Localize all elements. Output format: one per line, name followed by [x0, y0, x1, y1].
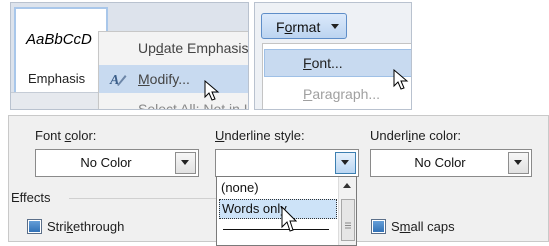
styles-gallery-panel: AaBbCcD Emphasis Update Emphasis A Modif… — [10, 2, 249, 110]
small-caps-checkbox[interactable] — [371, 219, 386, 234]
strikethrough-label: Strikethrough — [47, 219, 125, 234]
dropdown-triangle-icon — [331, 24, 339, 29]
format-button[interactable]: Format — [261, 13, 347, 39]
underline-style-label: Underline style: — [215, 128, 305, 143]
small-caps-label: Small caps — [391, 219, 455, 234]
menu-item-paragraph[interactable]: Paragraph... — [264, 81, 411, 109]
menu-item-font[interactable]: Font... — [264, 49, 411, 77]
font-dialog: Font color: No Color Underline style: Un… — [8, 115, 549, 246]
format-menu-panel: Format Font... Paragraph... — [254, 2, 412, 110]
effects-heading: Effects — [11, 190, 51, 205]
menu-item-modify[interactable]: A Modify... — [99, 65, 248, 93]
font-color-value: No Color — [80, 155, 132, 170]
font-color-arrow-button[interactable] — [175, 152, 196, 174]
underline-color-label: Underline color: — [370, 128, 462, 143]
menu-item-select-all[interactable]: Select All: Not in Use — [99, 99, 248, 109]
format-dropdown-menu: Font... Paragraph... — [262, 43, 411, 109]
strikethrough-checkbox[interactable] — [27, 219, 42, 234]
list-scrollbar[interactable] — [338, 177, 356, 245]
chevron-down-icon — [514, 160, 522, 165]
underline-style-dropdown[interactable] — [215, 149, 359, 177]
underline-color-value: No Color — [414, 155, 466, 170]
scroll-up-icon[interactable] — [343, 183, 351, 188]
chevron-down-icon — [181, 160, 189, 165]
list-item-none[interactable]: (none) — [219, 179, 335, 197]
font-color-dropdown[interactable]: No Color — [35, 149, 199, 177]
style-name-label: Emphasis — [28, 71, 86, 86]
style-context-menu: Update Emphasis A Modify... Select All: … — [98, 31, 248, 109]
grip-icon — [345, 222, 351, 229]
style-preview-text: AaBbCcD — [26, 31, 92, 48]
emphasis-style-tile[interactable]: AaBbCcD Emphasis — [14, 7, 108, 95]
font-color-label: Font color: — [35, 128, 97, 143]
mouse-cursor-icon — [281, 206, 297, 232]
underline-style-arrow-button[interactable] — [335, 152, 356, 174]
underline-color-dropdown[interactable]: No Color — [370, 149, 532, 177]
menu-item-update-emphasis[interactable]: Update Emphasis — [99, 34, 248, 62]
chevron-down-icon — [341, 160, 349, 165]
underline-color-arrow-button[interactable] — [508, 152, 529, 174]
list-item-words-only[interactable]: Words only — [219, 199, 337, 219]
modify-style-icon: A — [109, 73, 127, 87]
list-item-single-line[interactable] — [223, 229, 329, 230]
effects-divider — [69, 198, 219, 199]
mouse-cursor-icon — [204, 80, 220, 101]
scrollbar-thumb[interactable] — [341, 199, 355, 241]
mouse-cursor-icon — [393, 69, 409, 90]
